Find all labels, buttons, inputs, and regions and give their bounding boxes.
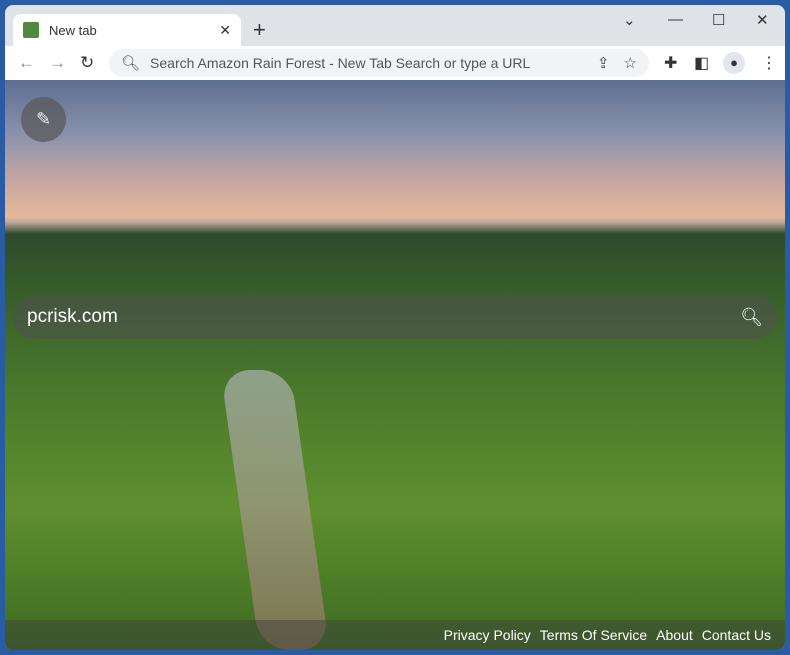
frog-icon <box>23 22 39 38</box>
profile-icon[interactable]: ● <box>723 52 745 74</box>
privacy-policy-link[interactable]: Privacy Policy <box>444 627 531 643</box>
terms-link[interactable]: Terms Of Service <box>540 627 647 643</box>
edit-background-icon[interactable]: ✎ <box>21 97 66 142</box>
extensions-icon[interactable]: ✚ <box>664 53 677 73</box>
side-panel-icon[interactable]: ◧ <box>694 53 709 73</box>
search-icon[interactable]: 🔍︎ <box>740 307 763 328</box>
browser-window: New tab ✕ + ⌄ — ☐ ✕ ← → ↻ 🔍︎ Search Amaz… <box>5 5 785 650</box>
star-icon[interactable]: ☆ <box>624 54 637 72</box>
about-link[interactable]: About <box>656 627 693 643</box>
maximize-icon[interactable]: ☐ <box>712 11 725 29</box>
address-bar[interactable]: 🔍︎ Search Amazon Rain Forest - New Tab S… <box>109 49 649 77</box>
search-box[interactable]: pcrisk.com 🔍︎ <box>13 295 777 339</box>
tab-new-tab[interactable]: New tab ✕ <box>13 14 241 46</box>
share-icon[interactable]: ⇪ <box>597 54 610 72</box>
back-icon[interactable]: ← <box>18 53 35 73</box>
river-background <box>220 370 330 650</box>
contact-link[interactable]: Contact Us <box>702 627 771 643</box>
tab-search-icon[interactable]: ⌄ <box>623 11 636 29</box>
search-icon: 🔍︎ <box>121 55 141 72</box>
forward-icon[interactable]: → <box>49 53 66 73</box>
close-window-icon[interactable]: ✕ <box>756 11 769 29</box>
tab-title: New tab <box>49 22 97 38</box>
new-tab-page: ✎ pcrisk.com 🔍︎ Privacy Policy Terms Of … <box>5 80 785 650</box>
new-tab-button[interactable]: + <box>253 17 266 43</box>
minimize-icon[interactable]: — <box>668 11 683 28</box>
omnibox-placeholder: Search Amazon Rain Forest - New Tab Sear… <box>150 55 531 71</box>
close-tab-icon[interactable]: ✕ <box>219 22 231 39</box>
footer: Privacy Policy Terms Of Service About Co… <box>5 620 785 650</box>
reload-icon[interactable]: ↻ <box>80 53 94 73</box>
toolbar: ← → ↻ 🔍︎ Search Amazon Rain Forest - New… <box>5 46 785 80</box>
search-brand: pcrisk.com <box>27 306 118 327</box>
menu-icon[interactable]: ⋮ <box>761 53 777 73</box>
